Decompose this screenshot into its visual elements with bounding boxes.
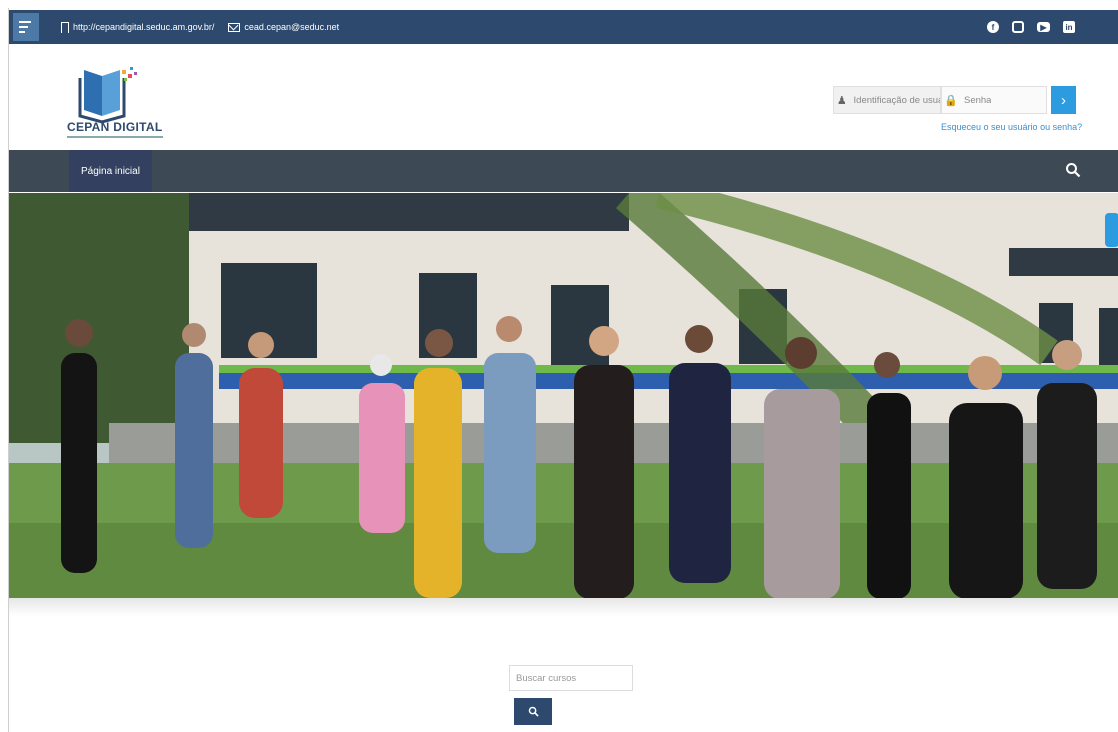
lock-icon: 🔒 [944, 94, 958, 107]
group-photo [9, 193, 1118, 599]
username-field[interactable]: ♟ Identificação de usuário [833, 86, 941, 114]
brand-tagline-line [67, 136, 163, 138]
bookmark-icon [61, 21, 69, 33]
youtube-icon[interactable]: ▶ [1037, 22, 1050, 32]
main-navbar: Página inicial [9, 150, 1118, 192]
chevron-right-icon: › [1061, 91, 1066, 109]
course-search-placeholder: Buscar cursos [516, 672, 577, 684]
brand-name: CEPAN DIGITAL [67, 120, 163, 134]
instagram-icon[interactable] [1012, 21, 1024, 33]
course-search-input[interactable]: Buscar cursos [509, 665, 633, 691]
mail-icon [228, 22, 241, 32]
search-icon [528, 706, 539, 717]
site-url-text: http://cepandigital.seduc.am.gov.br/ [73, 22, 215, 32]
site-header: CEPAN DIGITAL ♟ Identificação de usuário… [9, 44, 1118, 150]
email-link[interactable]: cead.cepan@seduc.net [228, 22, 339, 32]
top-bar: http://cepandigital.seduc.am.gov.br/ cea… [9, 10, 1118, 44]
hero-banner-photo [9, 193, 1118, 599]
facebook-icon[interactable]: f [987, 21, 999, 33]
drawer-menu-button[interactable] [13, 13, 39, 41]
linkedin-icon[interactable]: in [1063, 21, 1075, 33]
course-search-button[interactable] [514, 698, 552, 725]
nav-item-home[interactable]: Página inicial [69, 150, 152, 192]
password-placeholder: Senha [964, 94, 992, 106]
username-placeholder: Identificação de usuário [853, 94, 940, 106]
site-link[interactable]: http://cepandigital.seduc.am.gov.br/ [61, 21, 215, 33]
page: http://cepandigital.seduc.am.gov.br/ cea… [8, 8, 1118, 732]
password-field[interactable]: 🔒 Senha [941, 86, 1047, 114]
search-icon[interactable] [1065, 162, 1081, 178]
banner-shadow [9, 598, 1118, 616]
user-icon: ♟ [836, 94, 847, 107]
email-text: cead.cepan@seduc.net [244, 22, 340, 32]
social-links: f ▶ in [987, 21, 1075, 33]
forgot-credentials-link[interactable]: Esqueceu o seu usuário ou senha? [941, 122, 1082, 132]
login-submit-button[interactable]: › [1051, 86, 1076, 114]
login-form: ♟ Identificação de usuário 🔒 Senha › [833, 86, 1076, 114]
